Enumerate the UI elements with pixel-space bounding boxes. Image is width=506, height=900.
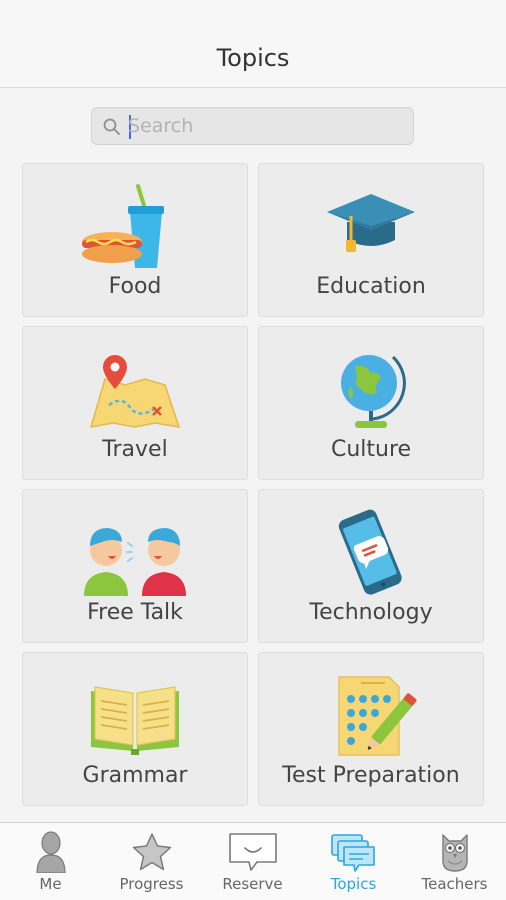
tab-label: Progress bbox=[119, 875, 184, 893]
topic-tile-education[interactable]: Education bbox=[258, 163, 484, 317]
search-input[interactable] bbox=[128, 112, 398, 140]
tab-progress[interactable]: Progress bbox=[101, 823, 202, 900]
topics-icon bbox=[330, 834, 375, 872]
topic-label: Grammar bbox=[82, 763, 188, 788]
topic-label: Test Preparation bbox=[282, 763, 460, 788]
person-icon bbox=[35, 831, 66, 873]
app-screen: Topics Food bbox=[0, 0, 506, 900]
topic-label: Free Talk bbox=[87, 600, 183, 625]
topic-tile-food[interactable]: Food bbox=[22, 163, 248, 317]
search-icon bbox=[103, 118, 120, 135]
book-icon bbox=[91, 686, 179, 755]
tab-label: Me bbox=[39, 875, 62, 893]
nav-bar: Topics bbox=[0, 0, 506, 88]
globe-icon bbox=[341, 355, 406, 428]
topic-label: Food bbox=[108, 274, 162, 299]
topic-label: Culture bbox=[330, 437, 412, 462]
chat-bubble-icon bbox=[228, 833, 277, 871]
star-icon bbox=[132, 833, 171, 871]
test-sheet-icon bbox=[338, 676, 417, 756]
topic-label: Travel bbox=[102, 437, 168, 462]
topic-tile-free-talk[interactable]: Free Talk bbox=[22, 489, 248, 643]
topic-tile-travel[interactable]: Travel bbox=[22, 326, 248, 480]
topic-label: Technology bbox=[309, 600, 433, 625]
tab-label: Reserve bbox=[222, 875, 283, 893]
tab-me[interactable]: Me bbox=[0, 823, 101, 900]
tab-label: Teachers bbox=[421, 875, 488, 893]
topic-tile-test-preparation[interactable]: Test Preparation bbox=[258, 652, 484, 806]
topic-tile-grammar[interactable]: Grammar bbox=[22, 652, 248, 806]
graduation-cap-icon bbox=[327, 194, 415, 252]
tab-topics[interactable]: Topics bbox=[303, 823, 404, 900]
topic-tile-technology[interactable]: Technology bbox=[258, 489, 484, 643]
search-bar[interactable] bbox=[91, 107, 414, 145]
food-icon bbox=[82, 184, 164, 268]
tab-reserve[interactable]: Reserve bbox=[202, 823, 303, 900]
topic-label: Education bbox=[316, 274, 426, 299]
topic-tile-culture[interactable]: Culture bbox=[258, 326, 484, 480]
people-talking-icon bbox=[84, 528, 186, 596]
owl-icon bbox=[441, 834, 468, 872]
map-icon bbox=[89, 355, 181, 428]
tab-label: Topics bbox=[330, 875, 377, 893]
tab-teachers[interactable]: Teachers bbox=[404, 823, 505, 900]
tab-bar: Me Progress Reserve Topics Teachers bbox=[0, 822, 506, 900]
page-title: Topics bbox=[216, 44, 290, 72]
phone-icon bbox=[338, 509, 402, 595]
